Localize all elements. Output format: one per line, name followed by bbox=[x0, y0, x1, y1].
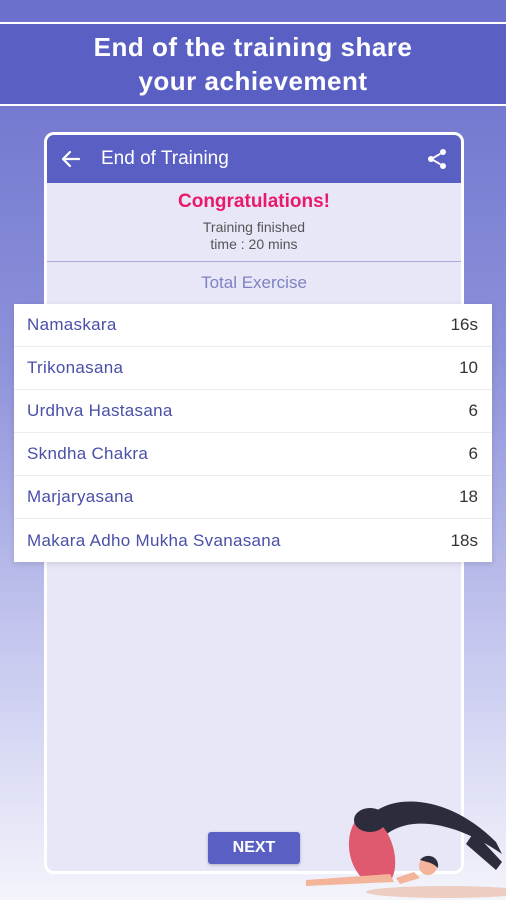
share-icon[interactable] bbox=[423, 145, 451, 173]
yoga-pose-illustration bbox=[306, 801, 506, 898]
exercise-name: Urdhva Hastasana bbox=[27, 401, 173, 420]
exercise-name: Namaskara bbox=[27, 315, 117, 334]
exercise-value: 16s bbox=[450, 315, 478, 334]
arrow-left-icon[interactable] bbox=[57, 145, 85, 173]
total-exercise-label: Total Exercise bbox=[201, 273, 307, 292]
training-time-text: time : 20 mins bbox=[210, 236, 298, 252]
exercise-list: Namaskara 16s Trikonasana 10 Urdhva Hast… bbox=[14, 304, 492, 562]
exercise-value: 10 bbox=[459, 358, 478, 377]
exercise-value: 18s bbox=[450, 530, 478, 550]
list-item[interactable]: Trikonasana 10 bbox=[14, 347, 492, 390]
page-title: End of Training bbox=[101, 148, 229, 169]
promo-banner: End of the training share your achieveme… bbox=[0, 22, 506, 106]
app-bar: End of Training bbox=[47, 135, 461, 183]
exercise-name: Makara Adho Mukha Svanasana bbox=[27, 530, 281, 550]
exercise-name: Marjaryasana bbox=[27, 487, 134, 506]
next-button[interactable]: NEXT bbox=[208, 832, 300, 864]
congrats-heading: Congratulations! bbox=[178, 191, 330, 212]
exercise-value: 6 bbox=[468, 401, 478, 420]
exercise-name: Skndha Chakra bbox=[27, 444, 149, 463]
list-item[interactable]: Skndha Chakra 6 bbox=[14, 433, 492, 476]
exercise-name: Trikonasana bbox=[27, 358, 124, 377]
training-finished-text: Training finished bbox=[202, 219, 306, 235]
exercise-value: 6 bbox=[468, 444, 478, 463]
list-item[interactable]: Urdhva Hastasana 6 bbox=[14, 390, 492, 433]
list-item[interactable]: Marjaryasana 18 bbox=[14, 476, 492, 519]
list-item[interactable]: Namaskara 16s bbox=[14, 304, 492, 347]
banner-text: End of the training share your achieveme… bbox=[93, 32, 413, 96]
list-item[interactable]: Makara Adho Mukha Svanasana 18s bbox=[14, 519, 492, 562]
divider bbox=[47, 261, 461, 262]
exercise-value: 18 bbox=[459, 487, 478, 506]
